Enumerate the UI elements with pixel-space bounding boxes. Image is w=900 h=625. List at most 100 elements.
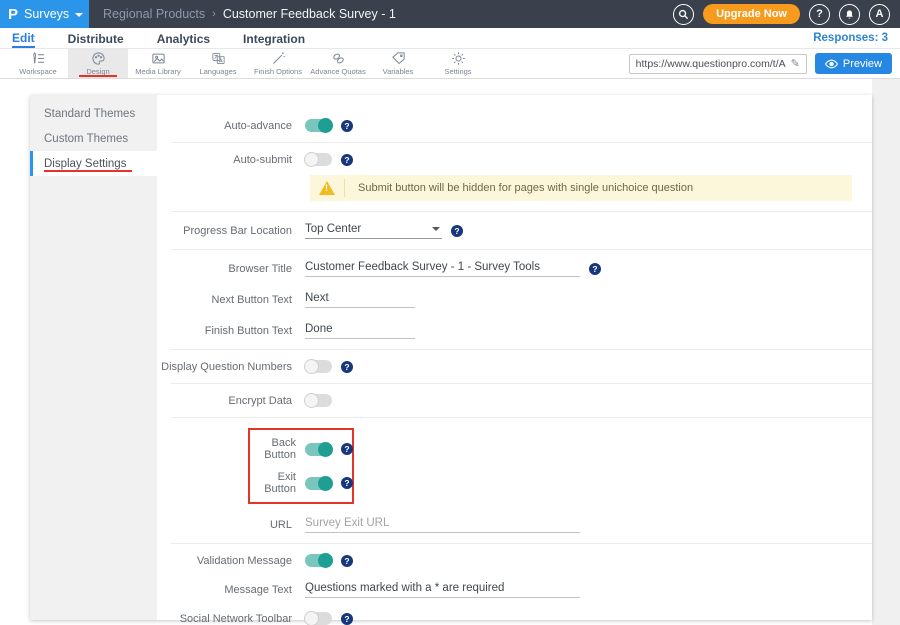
tab-variables[interactable]: Variables	[368, 49, 428, 78]
tab-label: Workspace	[19, 67, 56, 76]
sidebar-item-label: Display Settings	[44, 158, 126, 170]
exit-button-row: Exit Button ?	[250, 471, 352, 495]
social-network-toolbar-label: Social Network Toolbar	[157, 613, 305, 625]
nav-tab-integration[interactable]: Integration	[243, 30, 305, 47]
browser-title-row: Browser Title ?	[157, 260, 872, 277]
toggle-knob	[318, 553, 333, 568]
auto-submit-toggle[interactable]	[305, 153, 332, 166]
back-button-toggle[interactable]	[305, 443, 332, 456]
finish-button-text-row: Finish Button Text	[157, 322, 872, 339]
divider	[171, 142, 872, 143]
progress-bar-location-row: Progress Bar Location Top Center ?	[157, 222, 872, 239]
next-button-text-row: Next Button Text	[157, 291, 872, 308]
top-bar: P Surveys Regional Products › Customer F…	[0, 0, 900, 28]
edit-url-icon[interactable]: ✎	[791, 57, 800, 70]
display-settings-panel: Auto-advance ? Auto-submit ? Submit butt…	[157, 95, 872, 620]
design-annotation-underline	[79, 75, 117, 77]
chevron-down-icon	[75, 13, 83, 17]
browser-title-help-icon[interactable]: ?	[589, 263, 601, 275]
selected-value: Top Center	[305, 223, 361, 235]
message-text-input[interactable]	[305, 581, 580, 598]
responses-count[interactable]: Responses: 3	[813, 32, 888, 44]
tab-label: Media Library	[135, 67, 180, 76]
tab-design[interactable]: Design	[68, 49, 128, 78]
preview-button[interactable]: Preview	[815, 53, 892, 74]
design-palette-icon	[90, 51, 107, 66]
breadcrumb-current: Customer Feedback Survey - 1	[223, 7, 396, 21]
warning-text: Submit button will be hidden for pages w…	[345, 182, 693, 194]
tab-settings[interactable]: Settings	[428, 49, 488, 78]
sidebar-item-display-settings[interactable]: Display Settings	[30, 151, 157, 176]
display-settings-annotation-underline	[44, 170, 132, 172]
display-question-numbers-row: Display Question Numbers ?	[157, 360, 872, 373]
tag-icon	[390, 51, 407, 66]
translate-icon	[210, 51, 227, 66]
validation-message-row: Validation Message ?	[157, 554, 872, 567]
notifications-button[interactable]	[839, 4, 860, 25]
account-avatar[interactable]: A	[869, 4, 890, 25]
progress-bar-help-icon[interactable]: ?	[451, 225, 463, 237]
nav-tab-distribute[interactable]: Distribute	[68, 30, 124, 47]
tab-media-library[interactable]: Media Library	[128, 49, 188, 78]
exit-url-input[interactable]	[305, 516, 580, 533]
tab-languages[interactable]: Languages	[188, 49, 248, 78]
toggle-knob	[304, 393, 319, 408]
tab-label: Finish Options	[254, 67, 302, 76]
auto-advance-toggle[interactable]	[305, 119, 332, 132]
toggle-knob	[318, 476, 333, 491]
product-switcher[interactable]: P Surveys	[0, 0, 89, 28]
display-question-numbers-help-icon[interactable]: ?	[341, 361, 353, 373]
tab-finish-options[interactable]: Finish Options	[248, 49, 308, 78]
submit-hidden-warning: Submit button will be hidden for pages w…	[310, 175, 852, 201]
progress-bar-location-select[interactable]: Top Center	[305, 222, 442, 239]
nav-tab-edit[interactable]: Edit	[12, 29, 35, 48]
tab-workspace[interactable]: Workspace	[8, 49, 68, 78]
upgrade-now-button[interactable]: Upgrade Now	[703, 4, 800, 24]
progress-bar-location-label: Progress Bar Location	[157, 225, 305, 237]
back-button-help-icon[interactable]: ?	[341, 443, 353, 455]
toolbar-right: ✎ Preview	[629, 49, 900, 78]
auto-submit-help-icon[interactable]: ?	[341, 154, 353, 166]
back-exit-annotation-box: Back Button ? Exit Button ?	[248, 428, 354, 504]
warning-icon-cell	[310, 179, 345, 197]
image-icon	[150, 51, 167, 66]
tab-label: Languages	[199, 67, 236, 76]
finish-button-text-input[interactable]	[305, 322, 415, 339]
validation-message-toggle[interactable]	[305, 554, 332, 567]
exit-button-help-icon[interactable]: ?	[341, 477, 353, 489]
encrypt-data-row: Encrypt Data	[157, 394, 872, 407]
sidebar-item-standard-themes[interactable]: Standard Themes	[30, 101, 157, 126]
validation-message-help-icon[interactable]: ?	[341, 555, 353, 567]
search-button[interactable]	[673, 4, 694, 25]
auto-advance-help-icon[interactable]: ?	[341, 120, 353, 132]
design-settings-card: Standard Themes Custom Themes Display Se…	[30, 95, 872, 620]
nav-tab-analytics[interactable]: Analytics	[157, 30, 210, 47]
tab-label: Variables	[383, 67, 414, 76]
divider	[171, 543, 872, 544]
encrypt-data-label: Encrypt Data	[157, 395, 305, 407]
next-button-text-input[interactable]	[305, 291, 415, 308]
breadcrumb-separator-icon: ›	[212, 8, 216, 20]
divider	[171, 349, 872, 350]
design-sidebar: Standard Themes Custom Themes Display Se…	[30, 95, 157, 620]
breadcrumb-parent[interactable]: Regional Products	[103, 7, 205, 21]
survey-url-input[interactable]	[636, 58, 786, 70]
sidebar-item-custom-themes[interactable]: Custom Themes	[30, 126, 157, 151]
help-button[interactable]: ?	[809, 4, 830, 25]
browser-title-input[interactable]	[305, 260, 580, 277]
social-network-toolbar-toggle[interactable]	[305, 612, 332, 625]
toggle-knob	[304, 152, 319, 167]
toggle-knob	[304, 359, 319, 374]
auto-advance-row: Auto-advance ?	[157, 119, 872, 132]
tab-advance-quotas[interactable]: Advance Quotas	[308, 49, 368, 78]
divider	[171, 211, 872, 212]
magic-wand-icon	[270, 51, 287, 66]
bell-icon	[844, 9, 855, 20]
exit-button-toggle[interactable]	[305, 477, 332, 490]
display-question-numbers-toggle[interactable]	[305, 360, 332, 373]
tab-label: Settings	[444, 67, 471, 76]
encrypt-data-toggle[interactable]	[305, 394, 332, 407]
next-button-text-label: Next Button Text	[157, 294, 305, 306]
auto-advance-label: Auto-advance	[157, 120, 305, 132]
social-network-toolbar-help-icon[interactable]: ?	[341, 613, 353, 625]
